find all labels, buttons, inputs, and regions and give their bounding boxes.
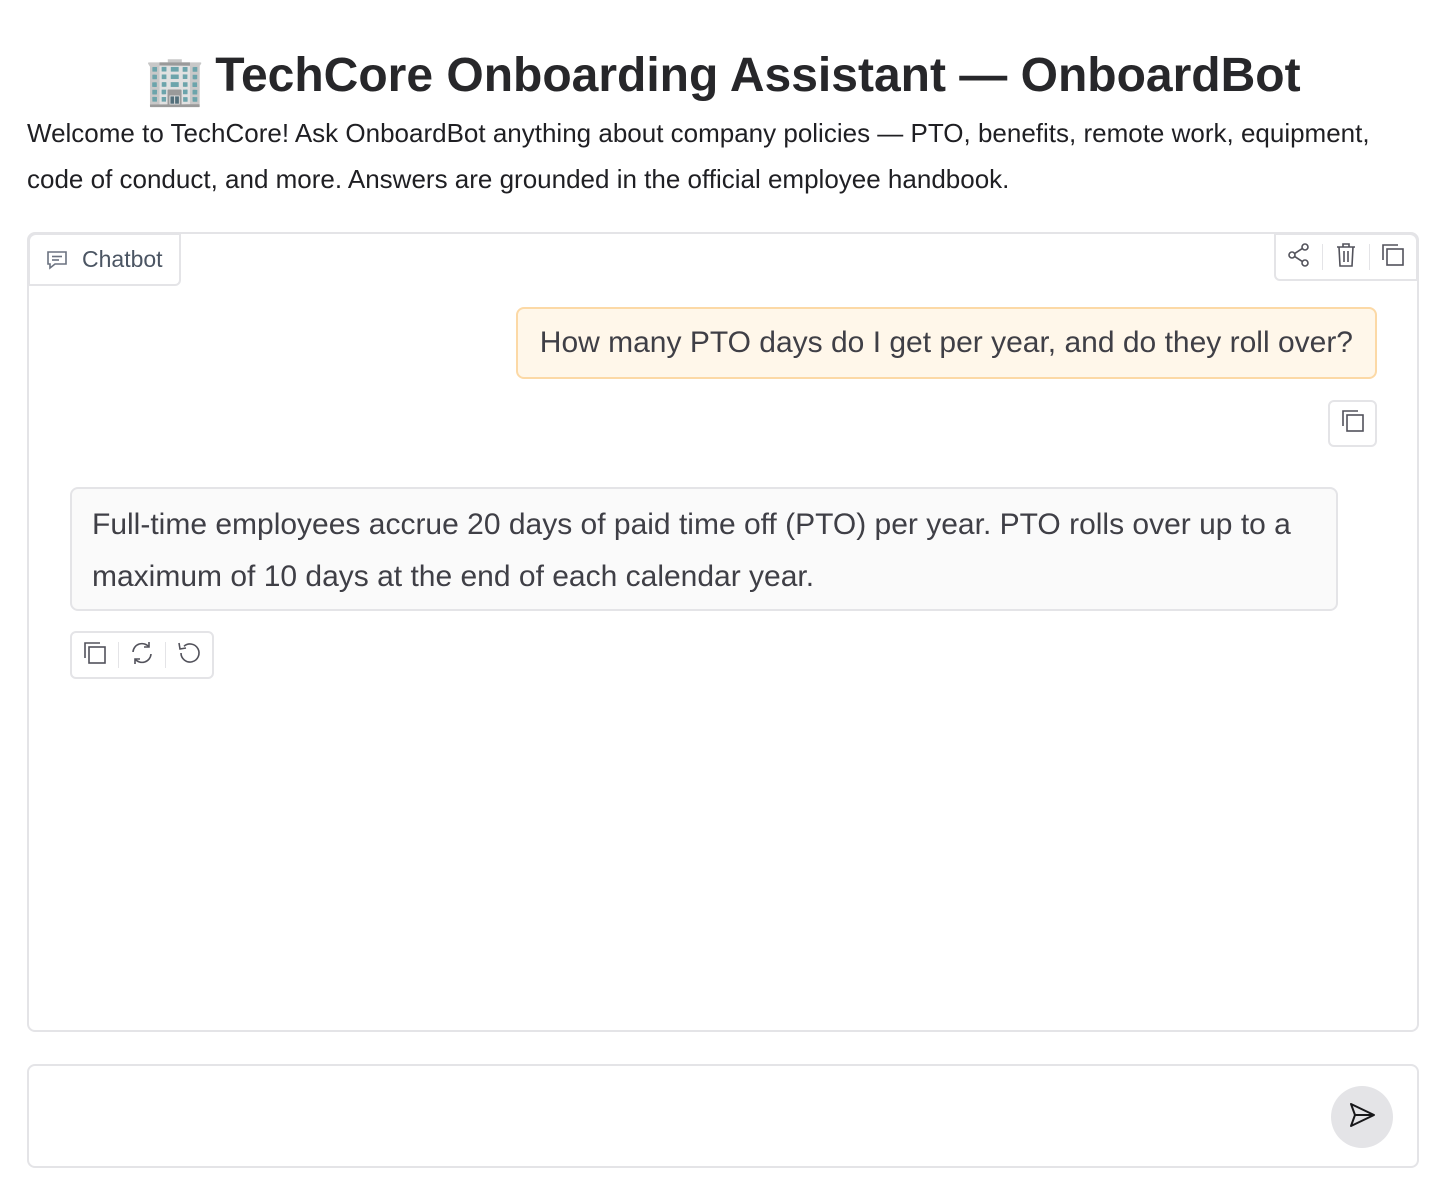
retry-button[interactable] [119,633,165,677]
undo-button[interactable] [166,633,212,677]
copy-message-button[interactable] [1328,400,1377,447]
send-button[interactable] [1331,1086,1393,1148]
office-building-icon: 🏢 [145,55,206,109]
copy-icon [1380,242,1406,273]
send-icon [1347,1100,1377,1135]
copy-icon [82,640,108,671]
page-description: Welcome to TechCore! Ask OnboardBot anyt… [27,118,1370,194]
page-title: 🏢 TechCore Onboarding Assistant — Onboard… [0,44,1446,114]
page-title-text: TechCore Onboarding Assistant — OnboardB… [215,49,1301,103]
user-message: How many PTO days do I get per year, and… [515,307,1377,379]
copy-all-button[interactable] [1370,235,1416,279]
message-input-bar [27,1064,1419,1168]
chatbot-toolbar [1274,233,1418,281]
copy-message-button[interactable] [72,633,118,677]
clear-button[interactable] [1323,235,1369,279]
retry-icon [129,640,155,671]
chat-bubble-icon [46,250,68,270]
undo-icon [176,640,202,671]
share-icon [1286,242,1312,273]
share-button[interactable] [1276,235,1322,279]
copy-icon [1340,408,1366,439]
chatbot-panel: Chatbot How many PTO days do I get per y… [27,232,1419,1032]
chatbot-label: Chatbot [28,233,181,286]
chatbot-label-text: Chatbot [82,246,163,272]
message-input[interactable] [49,1096,1319,1138]
bot-message: Full-time employees accrue 20 days of pa… [70,487,1338,611]
trash-icon [1334,242,1358,273]
bot-message-actions [70,631,214,679]
